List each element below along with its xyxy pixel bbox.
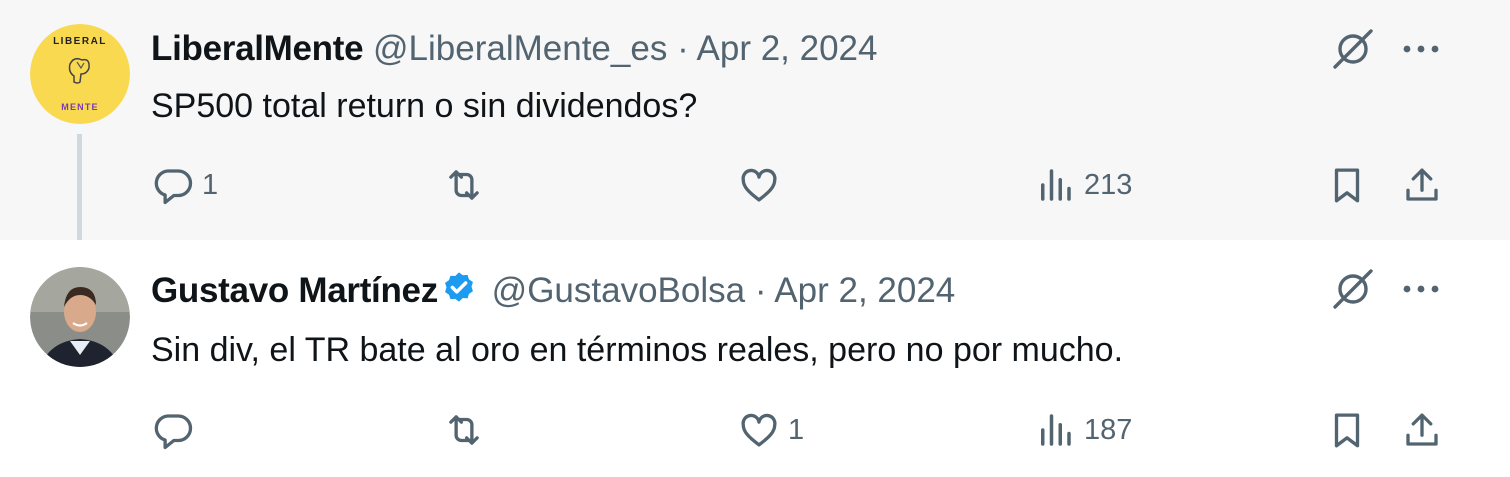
views-button[interactable]: 213 (1034, 160, 1132, 210)
reply-icon (154, 414, 193, 450)
tweet-text: Sin div, el TR bate al oro en términos r… (151, 331, 1124, 369)
more-options-icon[interactable] (1398, 26, 1444, 72)
reply-icon (154, 169, 193, 205)
bookmark-button[interactable] (1326, 405, 1368, 455)
separator: · (677, 29, 689, 68)
share-button[interactable] (1401, 160, 1443, 210)
views-button[interactable]: 187 (1034, 405, 1132, 455)
analytics-icon (1041, 169, 1071, 201)
avatar-top-text: LIBERAL (53, 36, 107, 47)
tweet-2[interactable]: Gustavo Martínez @GustavoBolsa · Apr 2, … (0, 240, 1510, 477)
like-button[interactable] (738, 160, 788, 210)
action-bar: 1 187 (0, 405, 1510, 455)
repost-button[interactable] (443, 405, 493, 455)
tweet-date[interactable]: Apr 2, 2024 (697, 29, 878, 68)
tweet-text: SP500 total return o sin dividendos? (151, 87, 698, 125)
avatar[interactable] (30, 267, 130, 367)
bookmark-icon (1334, 168, 1360, 203)
like-button[interactable]: 1 (738, 405, 804, 455)
grok-icon[interactable] (1330, 266, 1376, 312)
avatar[interactable]: LIBERAL MENTE (30, 24, 130, 124)
share-button[interactable] (1401, 405, 1443, 455)
action-bar: 1 213 (0, 160, 1510, 210)
reply-button[interactable]: 1 (152, 160, 218, 210)
author-name[interactable]: Gustavo Martínez (151, 271, 438, 310)
bookmark-button[interactable] (1326, 160, 1368, 210)
thread-connector-line (77, 134, 82, 254)
like-count: 1 (788, 413, 805, 446)
liberalmente-logo-icon: LIBERAL MENTE (30, 24, 130, 124)
share-icon (1406, 168, 1438, 201)
author-handle[interactable]: @LiberalMente_es (373, 29, 667, 68)
reply-button[interactable] (152, 405, 202, 455)
author-handle[interactable]: @GustavoBolsa (492, 271, 745, 310)
repost-icon (449, 415, 479, 445)
views-count: 187 (1084, 413, 1133, 446)
share-icon (1406, 413, 1438, 446)
grok-icon[interactable] (1330, 26, 1376, 72)
heart-icon (741, 168, 777, 202)
author-name[interactable]: LiberalMente (151, 29, 364, 68)
separator: · (754, 271, 767, 310)
tweet-header: Gustavo Martínez @GustavoBolsa · Apr 2, … (151, 269, 955, 313)
tweet-1[interactable]: LIBERAL MENTE LiberalMente @LiberalMente… (0, 0, 1510, 240)
tweet-header: LiberalMente @LiberalMente_es · Apr 2, 2… (151, 27, 877, 71)
views-count: 213 (1084, 168, 1133, 201)
tweet-date[interactable]: Apr 2, 2024 (774, 271, 955, 310)
verified-badge-icon[interactable] (440, 270, 478, 308)
bookmark-icon (1334, 413, 1360, 448)
analytics-icon (1041, 414, 1071, 446)
repost-icon (449, 170, 479, 200)
repost-button[interactable] (443, 160, 493, 210)
avatar-bottom-text: MENTE (61, 102, 99, 112)
reply-count: 1 (202, 168, 219, 201)
more-options-icon[interactable] (1398, 266, 1444, 312)
heart-icon (741, 413, 777, 447)
profile-photo-icon (30, 267, 130, 367)
